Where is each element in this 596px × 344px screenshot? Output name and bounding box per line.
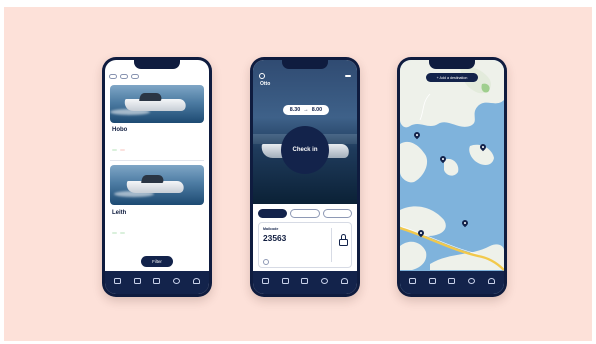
tab-item[interactable] xyxy=(187,278,205,286)
mailcode-label: Mailcode xyxy=(263,227,279,231)
bottom-tab-bar xyxy=(105,271,209,294)
tab-item[interactable] xyxy=(404,278,422,286)
tab-item[interactable] xyxy=(168,278,186,286)
time-range-pill[interactable]: 8.30 → 8.00 xyxy=(283,105,329,115)
boat-photo[interactable] xyxy=(110,165,204,205)
phone-notch xyxy=(282,60,328,69)
tab-item[interactable] xyxy=(443,278,461,286)
mailcode-value: 23563 xyxy=(263,233,287,243)
lock-icon-body[interactable] xyxy=(339,239,348,246)
segment-tab[interactable] xyxy=(258,209,288,218)
tab-icon xyxy=(487,278,495,284)
tab-item[interactable] xyxy=(316,278,334,286)
phone-listing: Hobo Leith Filter xyxy=(102,57,212,297)
tab-item[interactable] xyxy=(482,278,500,286)
tab-icon xyxy=(173,278,181,284)
availability-tag xyxy=(112,149,117,151)
tab-icon xyxy=(409,278,417,284)
tab-item[interactable] xyxy=(109,278,127,286)
bottom-tab-bar xyxy=(253,271,357,294)
availability-tag xyxy=(120,149,125,151)
segment-tab[interactable] xyxy=(322,209,352,218)
tab-icon xyxy=(340,278,348,284)
divider xyxy=(331,228,332,262)
bottom-tab-bar xyxy=(400,271,504,294)
promo-canvas: Hobo Leith Filter Otto 8.30 → 8.00 Check… xyxy=(4,7,592,341)
filter-chip-bar xyxy=(105,70,209,82)
tab-item[interactable] xyxy=(296,278,314,286)
tab-item[interactable] xyxy=(128,278,146,286)
tab-icon xyxy=(428,278,436,284)
check-in-button[interactable]: Check in xyxy=(281,126,329,174)
tab-icon xyxy=(468,278,476,284)
tab-icon xyxy=(262,278,270,284)
listing-screen: Hobo Leith Filter xyxy=(105,60,209,294)
tab-icon xyxy=(301,278,309,284)
top-bar xyxy=(259,73,351,79)
phone-map: + Add a destination xyxy=(397,57,507,297)
tab-icon xyxy=(448,278,456,284)
tab-icon xyxy=(321,278,329,284)
back-icon[interactable] xyxy=(259,73,265,79)
listing-title[interactable]: Hobo xyxy=(112,127,127,133)
boat-name: Otto xyxy=(260,81,271,87)
arrow-right-icon: → xyxy=(303,107,309,113)
tab-item[interactable] xyxy=(335,278,353,286)
tab-icon xyxy=(153,278,161,284)
help-button[interactable] xyxy=(345,75,351,77)
boat-cabin xyxy=(140,175,166,183)
divider xyxy=(110,160,204,161)
tab-item[interactable] xyxy=(463,278,481,286)
mailcode-card: Mailcode 23563 xyxy=(258,222,352,268)
boat-cabin xyxy=(138,93,164,101)
filter-button[interactable]: Filter xyxy=(141,256,173,267)
phone-notch xyxy=(134,60,180,69)
phone-notch xyxy=(429,60,475,69)
tab-icon xyxy=(192,278,200,284)
tab-item[interactable] xyxy=(423,278,441,286)
filter-chip[interactable] xyxy=(109,73,117,79)
tab-icon xyxy=(133,278,141,284)
availability-tag xyxy=(112,232,117,234)
tab-item[interactable] xyxy=(257,278,275,286)
tab-icon xyxy=(114,278,122,284)
time-to: 8.00 xyxy=(311,107,323,113)
listing-tags xyxy=(112,149,125,151)
tab-item[interactable] xyxy=(276,278,294,286)
segment-tabs xyxy=(258,209,352,218)
listing-tags xyxy=(112,232,125,234)
tab-icon xyxy=(281,278,289,284)
map-view[interactable] xyxy=(400,60,504,294)
map-land xyxy=(400,60,504,271)
boat-photo[interactable] xyxy=(110,85,204,123)
add-destination-button[interactable]: + Add a destination xyxy=(426,73,478,82)
segment-tab[interactable] xyxy=(290,209,320,218)
info-icon[interactable] xyxy=(263,259,269,265)
availability-tag xyxy=(120,232,125,234)
listing-title[interactable]: Leith xyxy=(112,210,126,216)
time-from: 8.30 xyxy=(289,107,301,113)
phone-checkin: Otto 8.30 → 8.00 Check in Mailcode 23563 xyxy=(250,57,360,297)
checkin-screen: Otto 8.30 → 8.00 Check in Mailcode 23563 xyxy=(253,60,357,294)
filter-chip[interactable] xyxy=(131,73,139,79)
tab-item[interactable] xyxy=(148,278,166,286)
filter-chip[interactable] xyxy=(120,73,128,79)
map-screen: + Add a destination xyxy=(400,60,504,294)
